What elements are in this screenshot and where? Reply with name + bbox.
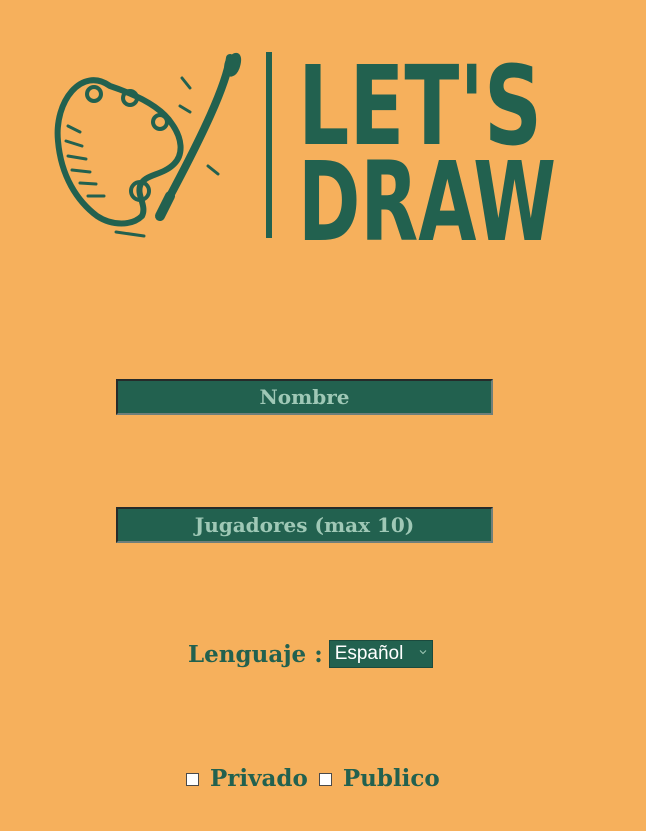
logo-title-line2: DRAW <box>298 138 556 246</box>
chevron-down-icon <box>419 650 427 655</box>
app-logo: LET'S DRAW <box>52 46 558 246</box>
language-select[interactable]: Español <box>328 640 433 668</box>
logo-divider <box>266 52 272 238</box>
language-label: Lenguaje : <box>188 640 323 668</box>
logo-graphic: LET'S DRAW <box>54 46 556 246</box>
language-selected-value: Español <box>334 643 404 664</box>
publico-label[interactable]: Publico <box>343 765 440 792</box>
visibility-row: Privado Publico <box>186 760 440 796</box>
privado-checkbox[interactable] <box>186 772 199 786</box>
jugadores-input[interactable] <box>116 507 493 543</box>
paint-palette-icon <box>54 52 242 238</box>
nombre-input[interactable] <box>116 379 493 415</box>
publico-checkbox[interactable] <box>318 772 332 786</box>
privado-label[interactable]: Privado <box>210 765 308 792</box>
language-row: Lenguaje : Español <box>188 636 433 672</box>
